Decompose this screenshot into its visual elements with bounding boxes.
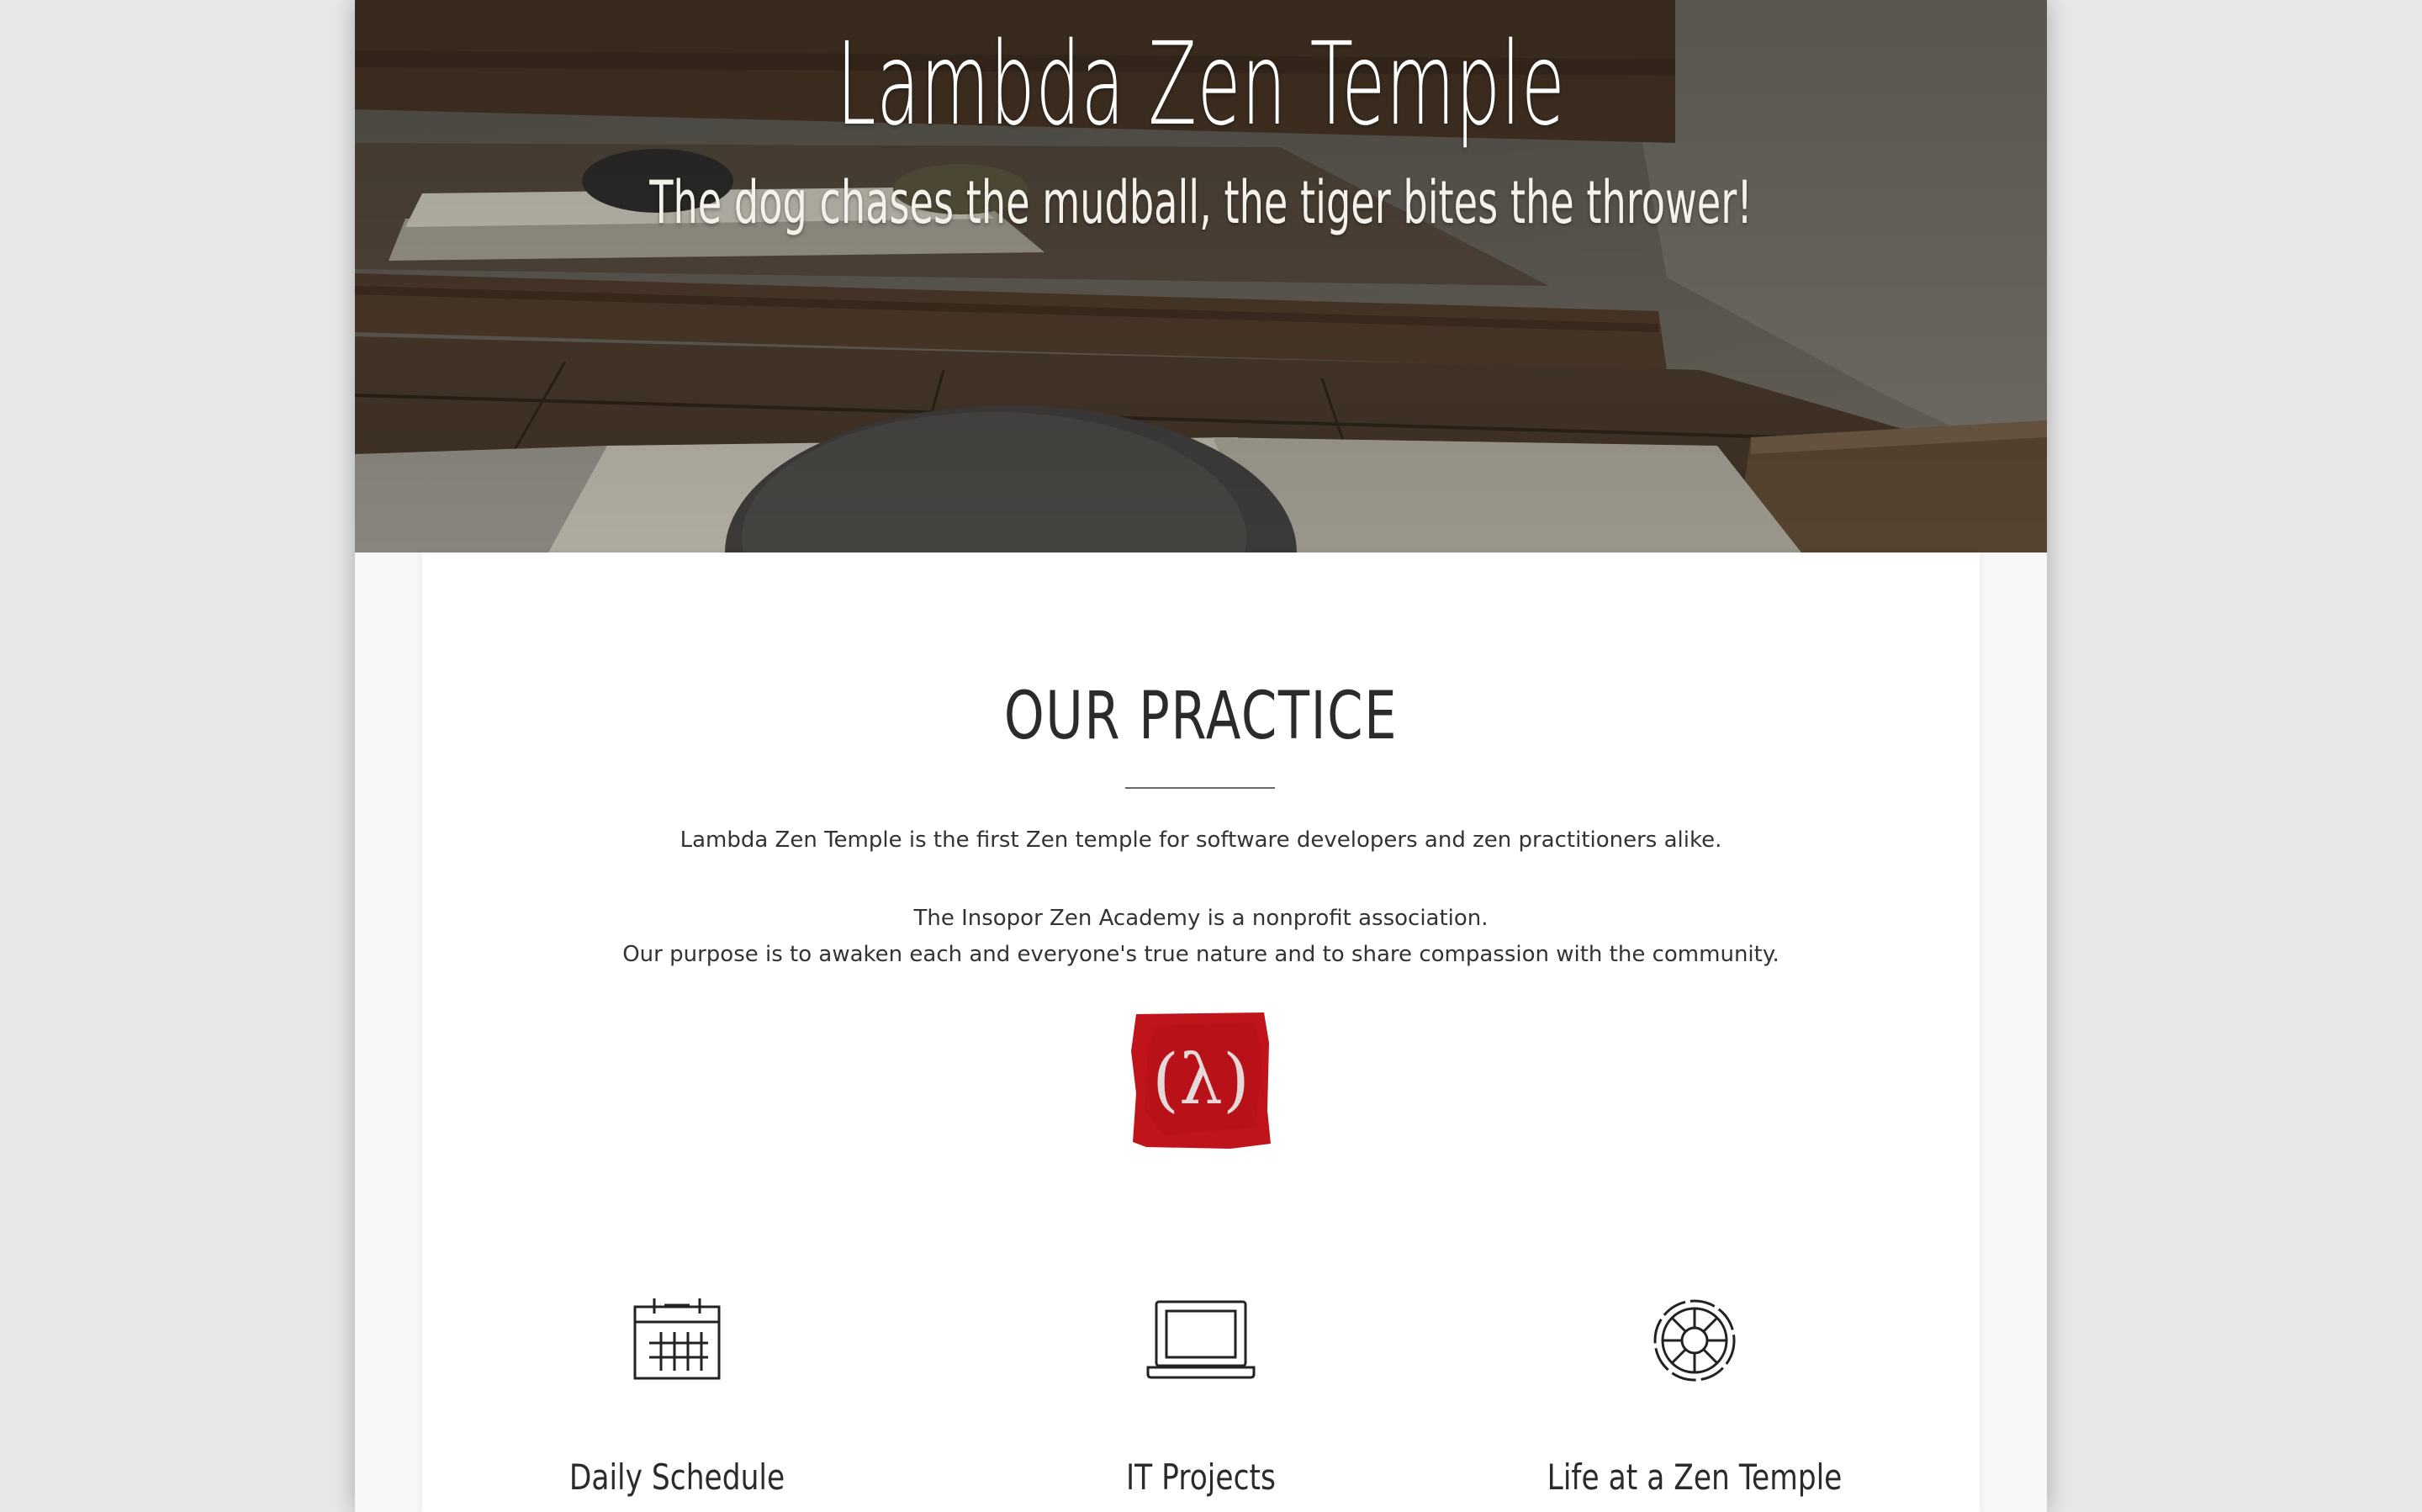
heading-divider — [1125, 787, 1275, 789]
purpose-text: Our purpose is to awaken each and everyo… — [622, 942, 1779, 967]
page-frame: Lambda Zen Temple The dog chases the mud… — [355, 0, 2047, 1512]
practice-section: OUR PRACTICE Lambda Zen Temple is the fi… — [422, 552, 1980, 1512]
section-heading: OUR PRACTICE — [1003, 679, 1399, 754]
lambda-logo: (λ) — [1131, 1012, 1271, 1149]
feature-label: IT Projects — [1126, 1456, 1276, 1498]
feature-life-at-temple[interactable]: Life at a Zen Temple — [1442, 1297, 1947, 1498]
feature-it-projects[interactable]: IT Projects — [949, 1297, 1453, 1498]
calendar-icon — [633, 1298, 721, 1380]
logo-lambda-glyph: (λ) — [1152, 1040, 1250, 1120]
intro-text: Lambda Zen Temple is the first Zen templ… — [680, 827, 1722, 853]
feature-daily-schedule[interactable]: Daily Schedule — [425, 1297, 929, 1498]
hero-banner: Lambda Zen Temple The dog chases the mud… — [355, 0, 2047, 552]
site-title: Lambda Zen Temple — [836, 19, 1566, 151]
laptop-icon — [1146, 1300, 1256, 1379]
association-text: The Insopor Zen Academy is a nonprofit a… — [913, 906, 1489, 931]
dharma-wheel-icon — [1653, 1299, 1736, 1382]
feature-label: Daily Schedule — [568, 1456, 785, 1498]
feature-label: Life at a Zen Temple — [1547, 1456, 1843, 1498]
site-tagline: The dog chases the mudball, the tiger bi… — [649, 168, 1753, 237]
